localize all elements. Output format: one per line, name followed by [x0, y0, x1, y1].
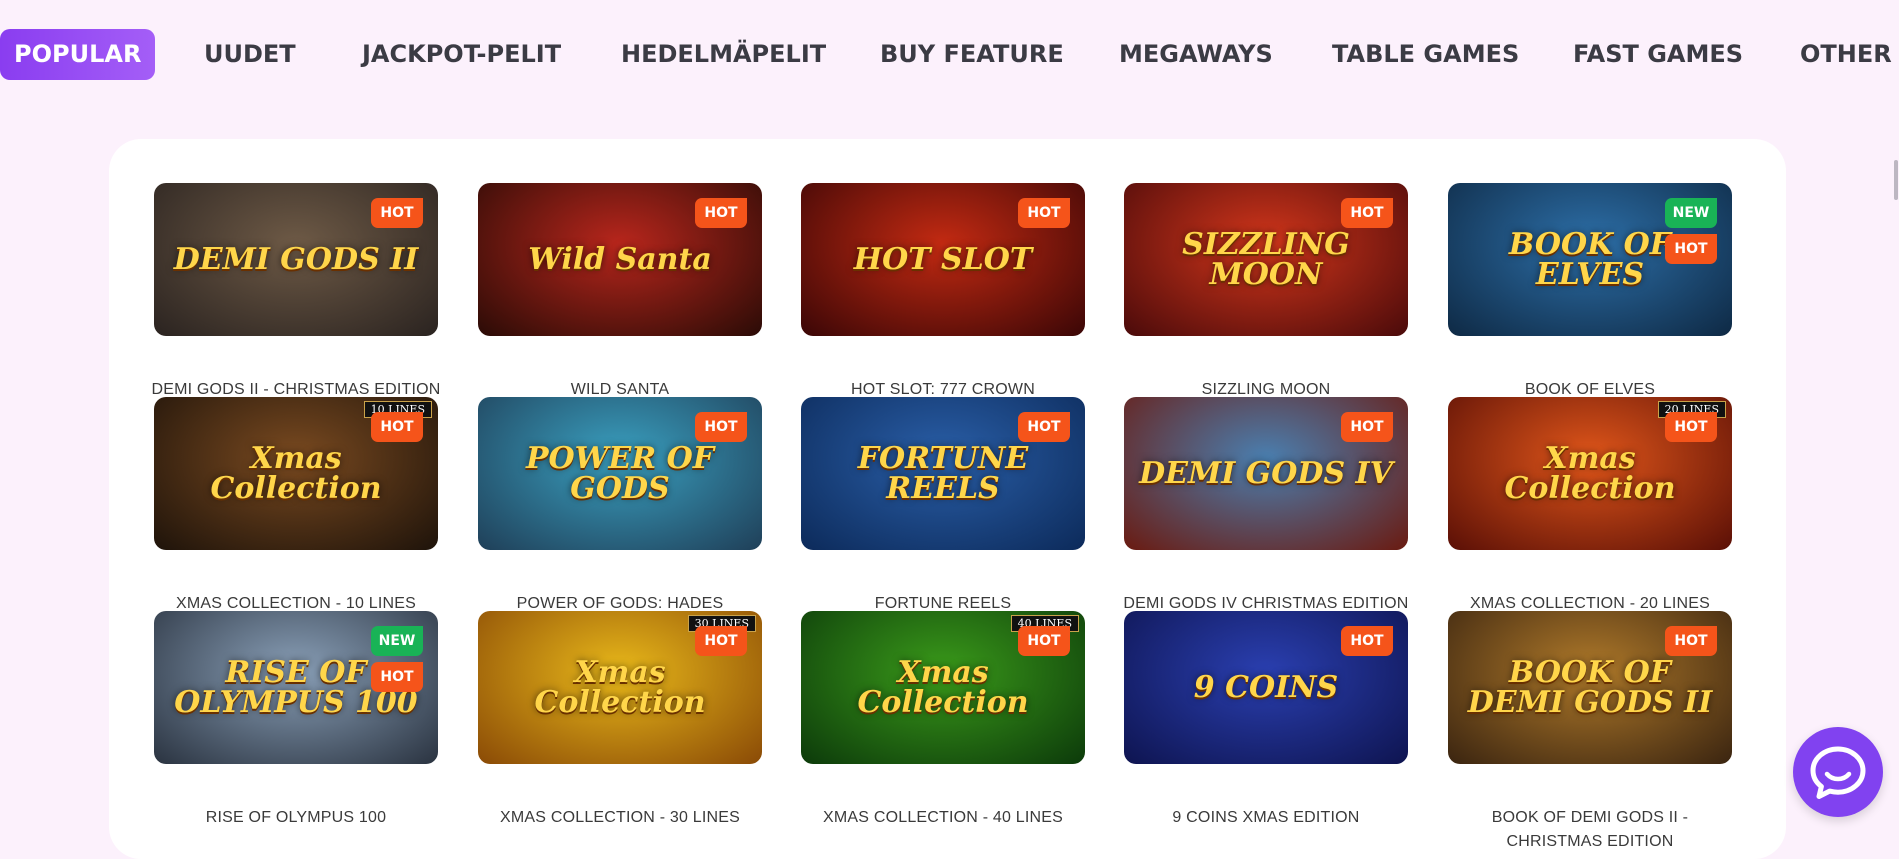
hot-badge: HOT — [1018, 198, 1070, 228]
game-thumbnail[interactable]: Xmas Collection 30 LINES HOT — [478, 611, 762, 764]
game-card[interactable]: Xmas Collection 40 LINES HOT XMAS COLLECTIO… — [801, 611, 1085, 826]
badge-stack: HOT — [695, 198, 747, 228]
hot-badge: HOT — [1665, 234, 1717, 264]
game-card[interactable]: SIZZLING MOON HOT SIZZLING MOON — [1124, 183, 1408, 398]
tab-hedelmapelit[interactable]: HEDELMÄPELIT — [621, 29, 826, 80]
category-nav: POPULAR UUDET JACKPOT-PELIT HEDELMÄPELIT… — [0, 0, 1899, 100]
tab-buy-feature[interactable]: BUY FEATURE — [880, 29, 1064, 80]
game-thumbnail[interactable]: RISE OF OLYMPUS 100 NEW HOT — [154, 611, 438, 764]
game-title[interactable]: XMAS COLLECTION - 40 LINES — [795, 806, 1091, 830]
hot-badge: HOT — [1018, 412, 1070, 442]
games-panel: DEMI GODS II HOT DEMI GODS II - CHRISTMAS … — [109, 139, 1786, 859]
tab-megaways[interactable]: MEGAWAYS — [1119, 29, 1273, 80]
game-thumbnail[interactable]: BOOK OF DEMI GODS II HOT — [1448, 611, 1732, 764]
badge-stack: HOT — [1018, 412, 1070, 442]
game-card[interactable]: Xmas Collection 30 LINES HOT XMAS COLLECTIO… — [478, 611, 762, 826]
badge-stack: HOT — [1341, 626, 1393, 656]
hot-badge: HOT — [1018, 626, 1070, 656]
badge-stack: HOT — [1665, 626, 1717, 656]
chat-bubble-icon — [1810, 746, 1866, 799]
game-card[interactable]: Xmas Collection 20 LINES HOT XMAS COLLECTIO… — [1448, 397, 1732, 612]
hot-badge: HOT — [695, 412, 747, 442]
scrollbar[interactable] — [1893, 0, 1899, 833]
badge-stack: NEW HOT — [371, 626, 423, 692]
badge-stack: HOT — [1018, 626, 1070, 656]
hot-badge: HOT — [695, 198, 747, 228]
game-title[interactable]: XMAS COLLECTION - 30 LINES — [472, 806, 768, 830]
badge-stack: HOT — [695, 412, 747, 442]
game-card[interactable]: RISE OF OLYMPUS 100 NEW HOT RISE OF OLYMPUS… — [154, 611, 438, 826]
tab-jackpot-pelit[interactable]: JACKPOT-PELIT — [362, 29, 561, 80]
game-title[interactable]: RISE OF OLYMPUS 100 — [148, 806, 444, 830]
hot-badge: HOT — [1665, 626, 1717, 656]
tab-popular[interactable]: POPULAR — [0, 29, 156, 80]
badge-stack: HOT — [1018, 198, 1070, 228]
badge-stack: HOT — [1341, 198, 1393, 228]
new-badge: NEW — [371, 626, 423, 656]
hot-badge: HOT — [371, 662, 423, 692]
hot-badge: HOT — [1341, 412, 1393, 442]
hot-badge: HOT — [1341, 626, 1393, 656]
badge-stack: HOT — [1341, 412, 1393, 442]
game-card[interactable]: DEMI GODS IV HOT DEMI GODS IV CHRISTMAS ED… — [1123, 397, 1408, 612]
game-card[interactable]: FORTUNE REELS HOT FORTUNE REELS — [801, 397, 1085, 612]
game-thumbnail[interactable]: Wild Santa HOT — [478, 183, 762, 336]
game-card[interactable]: DEMI GODS II HOT DEMI GODS II - CHRISTMAS … — [151, 183, 440, 398]
game-card[interactable]: POWER OF GODS HOT POWER OF GODS: HADES — [478, 397, 762, 612]
game-thumbnail[interactable]: Xmas Collection 10 LINES HOT — [154, 397, 438, 550]
hot-badge: HOT — [371, 412, 423, 442]
tab-uudet[interactable]: UUDET — [204, 29, 296, 80]
hot-badge: HOT — [371, 198, 423, 228]
hot-badge: HOT — [695, 626, 747, 656]
scrollbar-thumb[interactable] — [1894, 160, 1898, 200]
game-title[interactable]: 9 COINS XMAS EDITION — [1118, 806, 1414, 830]
game-thumbnail[interactable]: Xmas Collection 20 LINES HOT — [1448, 397, 1732, 550]
hot-badge: HOT — [1665, 412, 1717, 442]
hot-badge: HOT — [1341, 198, 1393, 228]
tab-table-games[interactable]: TABLE GAMES — [1332, 29, 1519, 80]
badge-stack: HOT — [371, 198, 423, 228]
game-card[interactable]: Xmas Collection 10 LINES HOT XMAS COLLECTIO… — [154, 397, 438, 612]
game-thumbnail[interactable]: Xmas Collection 40 LINES HOT — [801, 611, 1085, 764]
game-card[interactable]: 9 COINS HOT 9 COINS XMAS EDITION — [1124, 611, 1408, 826]
new-badge: NEW — [1665, 198, 1717, 228]
game-card[interactable]: BOOK OF DEMI GODS II HOT BOOK OF DEMI GODS… — [1448, 611, 1732, 850]
badge-stack: HOT — [1665, 412, 1717, 442]
game-card[interactable]: BOOK OF ELVES NEW HOT BOOK OF ELVES — [1448, 183, 1732, 398]
game-card[interactable]: HOT SLOT HOT HOT SLOT: 777 CROWN — [801, 183, 1085, 398]
game-thumbnail[interactable]: 9 COINS HOT — [1124, 611, 1408, 764]
tab-fast-games[interactable]: FAST GAMES — [1573, 29, 1743, 80]
game-thumbnail[interactable]: POWER OF GODS HOT — [478, 397, 762, 550]
game-thumbnail[interactable]: FORTUNE REELS HOT — [801, 397, 1085, 550]
game-title[interactable]: BOOK OF DEMI GODS II - CHRISTMAS EDITION — [1442, 806, 1738, 854]
badge-stack: HOT — [695, 626, 747, 656]
badge-stack: NEW HOT — [1665, 198, 1717, 264]
badge-stack: HOT — [371, 412, 423, 442]
game-thumbnail[interactable]: HOT SLOT HOT — [801, 183, 1085, 336]
chat-button[interactable] — [1793, 727, 1883, 817]
game-thumbnail[interactable]: SIZZLING MOON HOT — [1124, 183, 1408, 336]
game-thumbnail[interactable]: DEMI GODS IV HOT — [1124, 397, 1408, 550]
game-thumbnail[interactable]: BOOK OF ELVES NEW HOT — [1448, 183, 1732, 336]
game-thumbnail[interactable]: DEMI GODS II HOT — [154, 183, 438, 336]
tab-other[interactable]: OTHER — [1800, 29, 1892, 80]
game-card[interactable]: Wild Santa HOT WILD SANTA — [478, 183, 762, 398]
